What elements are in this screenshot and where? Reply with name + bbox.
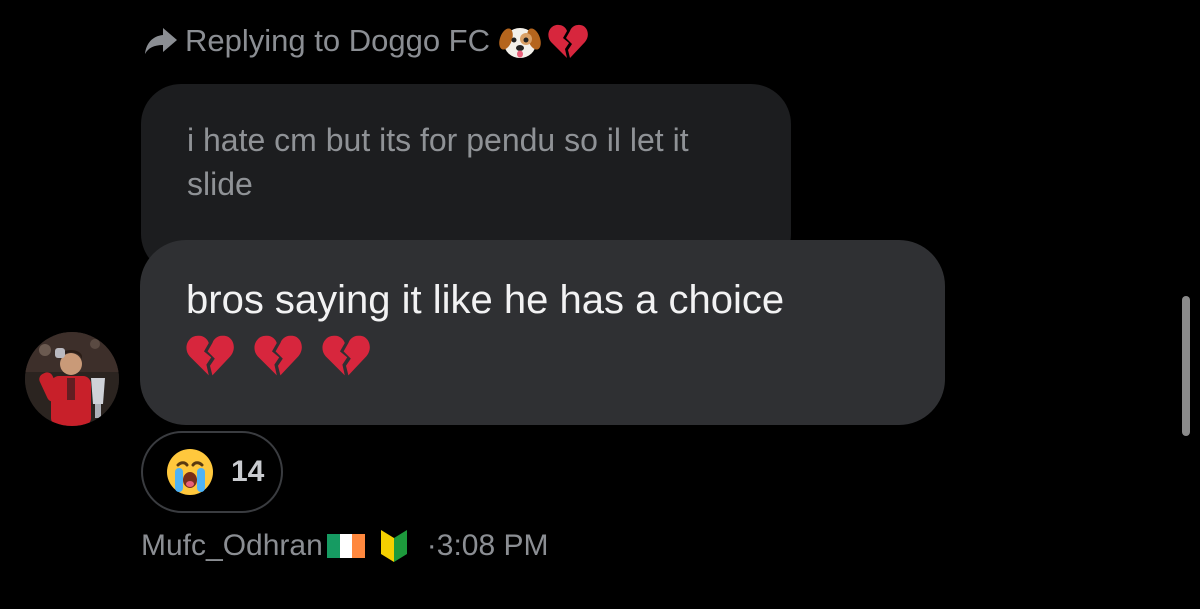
dog-face-emoji	[499, 28, 541, 58]
ireland-flag-emoji	[326, 534, 365, 558]
japanese-beginner-symbol-emoji	[380, 530, 407, 562]
broken-heart-emoji	[322, 335, 370, 376]
reaction-pill[interactable]: 14	[141, 431, 283, 513]
reaction-count: 14	[231, 455, 265, 488]
loudly-crying-face-emoji	[167, 449, 213, 495]
avatar[interactable]	[25, 332, 119, 426]
broken-heart-emoji	[548, 24, 588, 58]
reply-label: Replying to Doggo FC	[185, 23, 490, 58]
quoted-message-text: i hate cm but its for pendu so il let it…	[187, 122, 689, 202]
message-text: bros saying it like he has a choice	[186, 278, 785, 322]
sender-username[interactable]: Mufc_Odhran	[141, 529, 323, 563]
message-bubble[interactable]: bros saying it like he has a choice	[140, 240, 945, 425]
avatar-image	[25, 332, 119, 426]
reply-context: Replying to Doggo FC	[143, 18, 588, 64]
message-meta: Mufc_Odhran ·3:08 PM	[141, 524, 548, 568]
reply-arrow-icon	[145, 28, 177, 54]
dm-conversation: Replying to Doggo FC i hate cm but its f…	[0, 0, 1200, 609]
message-timestamp: ·3:08 PM	[426, 529, 549, 562]
broken-heart-emoji	[254, 335, 302, 376]
message-emoji-row	[186, 332, 905, 378]
broken-heart-emoji	[186, 335, 234, 376]
scrollbar[interactable]	[1182, 296, 1190, 436]
